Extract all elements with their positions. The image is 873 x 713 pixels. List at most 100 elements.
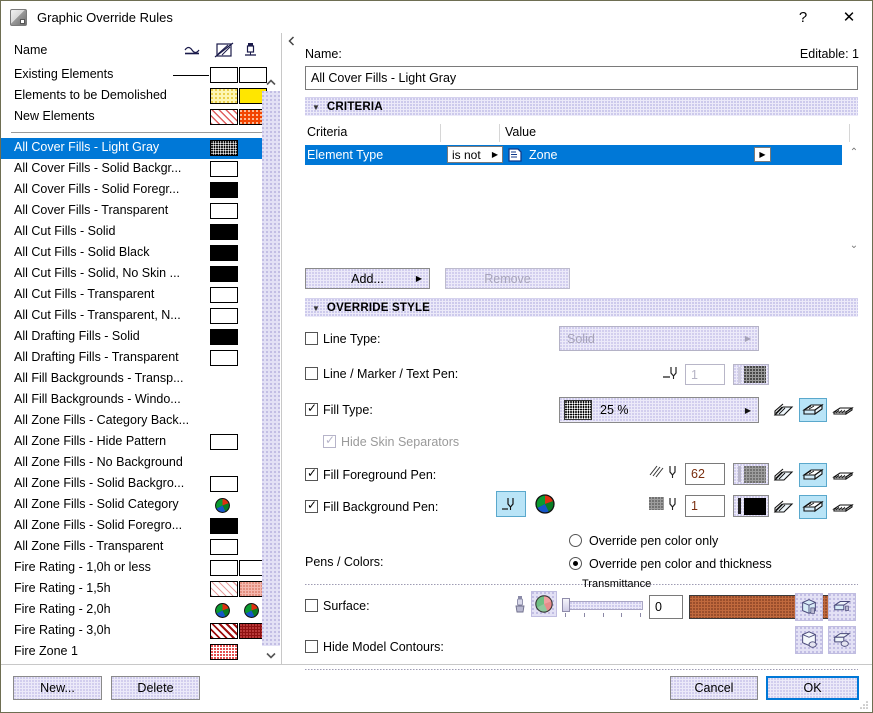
fill-swatch[interactable] (210, 644, 238, 660)
fill-swatch[interactable] (210, 308, 238, 324)
surface-color-wheel-icon[interactable] (531, 591, 557, 617)
list-item[interactable]: Fire Rating - 3,0h (1, 621, 262, 642)
transmittance-slider-track[interactable] (563, 601, 643, 610)
fill-swatch[interactable] (210, 109, 238, 125)
fill-background-pen-checkbox[interactable]: ✓ (305, 499, 318, 513)
list-item[interactable]: All Drafting Fills - Solid (1, 327, 262, 348)
override-pen-color-thickness-radio[interactable] (569, 557, 582, 570)
hide-skin-separators-checkbox[interactable]: ✓ (323, 434, 336, 448)
fill-swatch[interactable] (210, 350, 238, 366)
drafting-fill-icon[interactable] (829, 495, 857, 519)
collapse-panel-icon[interactable] (284, 34, 298, 48)
list-item[interactable]: New Elements (1, 107, 267, 128)
transmittance-slider-thumb[interactable] (562, 598, 570, 612)
fill-swatch[interactable] (210, 434, 238, 450)
override-pen-color-only-radio[interactable] (569, 534, 582, 547)
fill-foreground-pen-input[interactable]: 62 (685, 463, 725, 485)
color-wheel-icon[interactable] (214, 497, 231, 517)
fill-swatch[interactable] (210, 476, 238, 492)
line-pen-number-input[interactable]: 1 (685, 364, 725, 385)
fill-type-checkbox[interactable]: ✓ (305, 402, 318, 416)
fill-swatch[interactable] (210, 560, 238, 576)
delete-button[interactable]: Delete (111, 676, 200, 700)
hide-model-contours-checkbox[interactable] (305, 640, 318, 653)
fill-swatch[interactable] (210, 161, 238, 177)
contour-elevation-icon[interactable] (828, 626, 856, 654)
chevron-down-icon[interactable] (262, 646, 280, 664)
list-item[interactable]: All Cover Fills - Solid Foregr... (1, 180, 262, 201)
pen-swatch[interactable] (239, 560, 262, 576)
chevron-up-icon[interactable] (262, 73, 280, 91)
color-wheel-icon[interactable] (534, 493, 556, 518)
drafting-fill-icon[interactable] (829, 398, 857, 422)
list-item[interactable]: All Cut Fills - Solid (1, 222, 262, 243)
fill-swatch[interactable] (210, 140, 238, 156)
new-button[interactable]: New... (13, 676, 102, 700)
fill-swatch[interactable] (210, 245, 238, 261)
criteria-operator-dropdown[interactable]: is not ▶ (447, 146, 503, 163)
fill-swatch[interactable] (210, 287, 238, 303)
pen-swatch[interactable] (239, 581, 262, 597)
fill-swatch[interactable] (210, 581, 238, 597)
list-item[interactable]: All Cover Fills - Transparent (1, 201, 262, 222)
list-item[interactable]: All Zone Fills - Solid Category (1, 495, 262, 516)
criteria-scroll-up-icon[interactable]: ⌃ (845, 147, 863, 158)
remove-criteria-button[interactable]: Remove (445, 268, 570, 289)
contour-3d-icon[interactable] (795, 626, 823, 654)
fill-foreground-pen-swatch[interactable] (733, 463, 769, 485)
help-button[interactable]: ? (780, 1, 826, 33)
cut-fill-icon[interactable] (769, 463, 797, 487)
add-criteria-button[interactable]: Add... ▶ (305, 268, 430, 289)
line-type-combo[interactable]: Solid ▶ (559, 326, 759, 351)
line-type-checkbox[interactable] (305, 332, 318, 345)
surface-3d-icon[interactable] (795, 593, 823, 621)
rule-name-input[interactable] (305, 66, 858, 90)
list-item[interactable]: All Fill Backgrounds - Transp... (1, 369, 262, 390)
color-wheel-icon[interactable] (243, 602, 260, 622)
list-item[interactable]: All Zone Fills - Transparent (1, 537, 262, 558)
list-item[interactable]: All Drafting Fills - Transparent (1, 348, 262, 369)
fill-swatch[interactable] (210, 539, 238, 555)
line-marker-text-pen-checkbox[interactable] (305, 367, 318, 380)
fill-swatch[interactable] (210, 266, 238, 282)
criteria-value-dropdown[interactable]: ▶ (754, 147, 771, 162)
list-item[interactable]: All Fill Backgrounds - Windo... (1, 390, 262, 411)
ok-button[interactable]: OK (766, 676, 859, 700)
criteria-scroll-down-icon[interactable]: ⌄ (845, 240, 863, 251)
fill-swatch[interactable] (210, 623, 238, 639)
list-item[interactable]: All Cover Fills - Light Gray (1, 138, 262, 159)
drafting-fill-icon[interactable] (829, 463, 857, 487)
line-pen-swatch[interactable] (733, 364, 769, 385)
pen-mode-icon[interactable] (496, 491, 526, 517)
surface-elevation-icon[interactable] (828, 593, 856, 621)
list-item[interactable]: All Cut Fills - Solid Black (1, 243, 262, 264)
scrollbar-track[interactable] (262, 91, 280, 646)
list-item[interactable]: Fire Rating - 2,0h (1, 600, 262, 621)
list-item[interactable]: All Zone Fills - Category Back... (1, 411, 262, 432)
surface-checkbox[interactable] (305, 599, 318, 612)
list-item[interactable]: All Cut Fills - Solid, No Skin ... (1, 264, 262, 285)
resize-grip[interactable] (859, 699, 869, 709)
criteria-row[interactable]: Element Type is not ▶ Zone ▶ (305, 145, 842, 165)
list-item[interactable]: All Zone Fills - Solid Backgro... (1, 474, 262, 495)
fill-swatch[interactable] (210, 88, 238, 104)
fill-foreground-pen-checkbox[interactable]: ✓ (305, 467, 318, 481)
criteria-section-header[interactable]: ▼ CRITERIA (305, 97, 858, 116)
list-item[interactable]: All Cut Fills - Transparent (1, 285, 262, 306)
cover-fill-icon[interactable] (799, 398, 827, 422)
rules-list-scrollbar[interactable] (262, 73, 280, 664)
fill-swatch[interactable] (210, 518, 238, 534)
list-item[interactable]: All Zone Fills - Solid Foregro... (1, 516, 262, 537)
list-item[interactable]: Existing Elements (1, 65, 267, 86)
fill-type-combo[interactable]: 25 % ▶ (559, 397, 759, 423)
list-item[interactable]: Fire Zone 1 (1, 642, 262, 663)
fill-swatch[interactable] (210, 329, 238, 345)
list-item[interactable]: All Cut Fills - Transparent, N... (1, 306, 262, 327)
override-style-section-header[interactable]: ▼ OVERRIDE STYLE (305, 298, 858, 317)
cut-fill-icon[interactable] (769, 495, 797, 519)
cut-fill-icon[interactable] (769, 398, 797, 422)
list-item[interactable]: Fire Rating - 1,5h (1, 579, 262, 600)
cancel-button[interactable]: Cancel (670, 676, 758, 700)
list-item[interactable]: All Zone Fills - Hide Pattern (1, 432, 262, 453)
fill-swatch[interactable] (210, 67, 238, 83)
